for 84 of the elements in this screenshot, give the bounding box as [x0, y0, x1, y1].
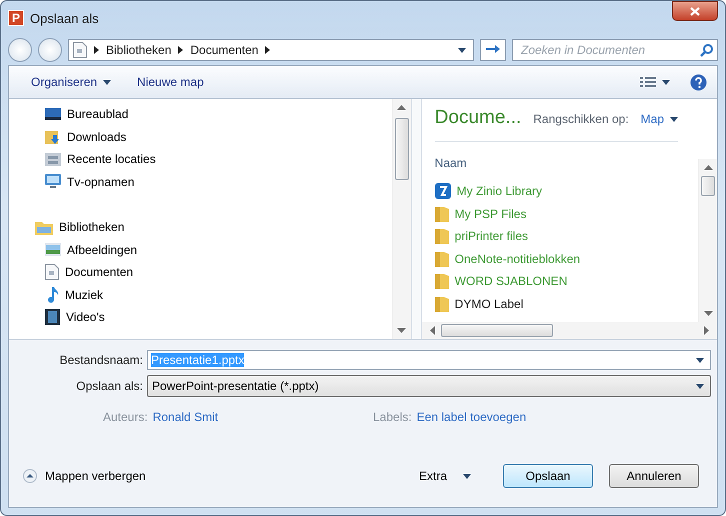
folder-icon — [434, 273, 449, 290]
caret-icon — [662, 80, 670, 84]
folder-icon — [434, 296, 449, 312]
film-icon — [45, 309, 60, 326]
folder-icon — [434, 206, 449, 222]
navigation-item[interactable]: Video's — [45, 306, 392, 328]
save-type-dropdown[interactable]: PowerPoint-presentatie (*.pptx) — [147, 375, 711, 397]
tools-menu[interactable]: Extra — [412, 468, 477, 484]
new-folder-button[interactable]: Nieuwe map — [131, 72, 210, 92]
navigation-item[interactable]: Recente locaties — [45, 148, 392, 170]
scroll-arrow-icon[interactable] — [704, 163, 712, 172]
scrollbar[interactable] — [422, 322, 717, 339]
app-icon: P — [8, 10, 24, 26]
breadcrumb-item[interactable]: Documenten — [190, 43, 258, 57]
file-item[interactable]: My PSP Files — [434, 202, 698, 225]
refresh-button[interactable] — [480, 39, 506, 61]
dialog-button[interactable]: Annuleren — [609, 464, 699, 488]
address-bar[interactable]: Bibliotheken Documenten — [68, 39, 474, 61]
scroll-arrow-icon[interactable] — [397, 103, 406, 112]
caret-icon — [458, 48, 466, 52]
chevron-icon — [178, 46, 184, 54]
metadata-label: Auteurs: — [103, 410, 148, 424]
scrollbar-thumb[interactable] — [440, 324, 553, 337]
download-folder-icon — [45, 128, 61, 145]
metadata-link[interactable]: Een label toevoegen — [416, 410, 526, 424]
navigation-item[interactable]: Tv-opnamen — [45, 170, 392, 193]
scrollbar-thumb[interactable] — [701, 176, 715, 196]
navigation-item[interactable]: Muziek — [45, 284, 392, 306]
window-title: Opslaan als — [30, 10, 100, 26]
refresh-arrows-icon — [485, 44, 501, 56]
chevron-icon — [265, 46, 270, 54]
folder-icon — [434, 228, 449, 244]
document-icon — [45, 264, 59, 280]
search-icon — [700, 44, 713, 57]
document-icon — [73, 42, 87, 58]
navigation-item[interactable]: Downloads — [45, 126, 392, 148]
caret-icon — [463, 474, 471, 478]
forward-button[interactable] — [38, 38, 62, 62]
chevron-icon — [94, 46, 99, 54]
caret-icon — [670, 116, 678, 122]
close-icon — [690, 6, 700, 16]
library-folder-icon — [35, 220, 53, 235]
caret-icon — [696, 358, 704, 362]
folder-icon — [434, 250, 449, 267]
navigation-item[interactable]: Documenten — [45, 261, 392, 284]
scrollbar[interactable] — [392, 99, 411, 339]
metadata-link[interactable]: Ronald Smit — [152, 410, 218, 424]
save-type-label: Opslaan als: — [75, 379, 144, 393]
help-icon[interactable] — [690, 74, 707, 90]
hide-folders-button[interactable]: Mappen verbergen — [23, 469, 146, 483]
scrollbar[interactable] — [698, 159, 717, 322]
picture-icon — [45, 243, 61, 256]
filename-label: Bestandsnaam: — [58, 353, 144, 367]
scroll-arrow-icon[interactable] — [397, 326, 406, 335]
desktop-icon — [45, 107, 61, 122]
file-item[interactable]: WORD SJABLONEN — [434, 270, 698, 292]
arrange-label: Rangschikken op: — [533, 112, 629, 126]
caret-icon — [103, 80, 112, 84]
back-button[interactable] — [8, 38, 32, 62]
monitor-icon — [45, 174, 61, 190]
file-item[interactable]: OneNote-notitieblokken — [434, 248, 698, 270]
organize-menu[interactable]: Organiseren — [25, 72, 118, 92]
collapse-icon — [23, 469, 37, 483]
column-header[interactable]: Naam — [434, 156, 698, 170]
navigation-item[interactable]: Afbeeldingen — [45, 238, 392, 261]
scroll-arrow-icon[interactable] — [428, 326, 437, 335]
file-item[interactable]: My Zinio Library — [434, 180, 698, 202]
metadata-label: Labels: — [373, 410, 412, 424]
file-item[interactable]: DYMO Label — [434, 292, 698, 315]
search-field[interactable]: Zoeken in Documenten — [512, 39, 718, 61]
app-icon — [434, 183, 451, 200]
dialog-button[interactable]: Opslaan — [503, 464, 593, 488]
breadcrumb-item[interactable]: Bibliotheken — [106, 43, 172, 57]
close-button[interactable] — [672, 1, 718, 21]
file-item[interactable]: priPrinter files — [434, 225, 698, 248]
recent-places-icon — [45, 152, 61, 167]
scrollbar-thumb[interactable] — [394, 118, 409, 180]
navigation-item[interactable]: Bibliotheken — [35, 216, 392, 238]
arrange-dropdown[interactable]: Map — [640, 112, 678, 126]
music-note-icon — [45, 286, 59, 303]
library-title: Docume... — [434, 107, 522, 129]
navigation-item[interactable]: Bureaublad — [45, 103, 392, 126]
list-view-icon — [640, 76, 656, 88]
caret-icon — [696, 384, 704, 388]
